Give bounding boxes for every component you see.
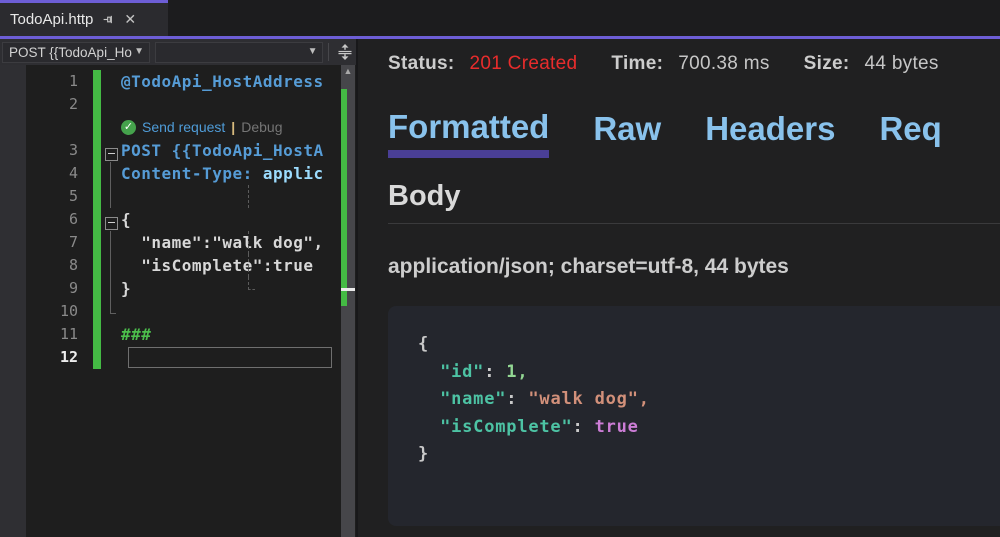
line-number: 6	[0, 208, 78, 231]
editor-line[interactable]: 10	[0, 300, 356, 323]
line-number: 9	[0, 277, 78, 300]
change-bar	[93, 208, 101, 231]
pin-icon[interactable]	[102, 13, 115, 26]
editor-line[interactable]: 1@TodoApi_HostAddress	[0, 70, 356, 93]
debug-link[interactable]: Debug	[241, 116, 282, 139]
editor-line[interactable]: 5	[0, 185, 356, 208]
collapse-icon[interactable]	[105, 148, 118, 161]
indent-guide	[248, 231, 249, 254]
body-heading: Body	[388, 180, 1000, 213]
line-number: 2	[0, 93, 78, 116]
section-divider	[388, 223, 1000, 224]
editor-line[interactable]: 11###	[0, 323, 356, 346]
editor-line[interactable]: 9}	[0, 277, 356, 300]
close-icon[interactable]: ✕	[124, 11, 136, 28]
change-bar	[93, 346, 101, 369]
json-line: {	[418, 331, 1000, 359]
chevron-down-icon: ▼	[134, 47, 149, 57]
time-label: Time:	[611, 53, 663, 75]
response-tab-req[interactable]: Req	[879, 110, 941, 158]
change-bar	[93, 116, 101, 139]
codelens-row[interactable]: ✓Send request|Debug	[0, 116, 356, 139]
document-tab-strip: TodoApi.http ✕	[0, 0, 1000, 36]
editor-scrollbar[interactable]: ▲	[341, 65, 355, 537]
size-label: Size:	[804, 53, 850, 75]
line-number: 4	[0, 162, 78, 185]
editor-rows: 1@TodoApi_HostAddress2✓Send request|Debu…	[0, 65, 356, 369]
change-bar	[93, 323, 101, 346]
line-number: 5	[0, 185, 78, 208]
change-bar	[93, 277, 101, 300]
json-line: }	[418, 441, 1000, 469]
response-tab-formatted[interactable]: Formatted	[388, 108, 549, 158]
editor-line[interactable]: 4Content-Type: applic	[0, 162, 356, 185]
json-line: "isComplete": true	[418, 414, 1000, 442]
editor-line[interactable]: 3POST {{TodoApi_HostA	[0, 139, 356, 162]
response-status-bar: Status: 201 Created Time: 700.38 ms Size…	[388, 53, 1000, 75]
scrollbar-change-marks	[341, 89, 347, 306]
environment-dropdown[interactable]: ▼	[155, 42, 323, 63]
response-tab-raw[interactable]: Raw	[593, 110, 661, 158]
tab-todoapi-http[interactable]: TodoApi.http ✕	[0, 0, 168, 36]
split-editor-icon[interactable]	[334, 41, 356, 63]
change-bar	[93, 162, 101, 185]
editor-line[interactable]: 2	[0, 93, 356, 116]
editor-line[interactable]: 8 "isComplete":true	[0, 254, 356, 277]
editor-line[interactable]: 7 "name":"walk dog",	[0, 231, 356, 254]
response-json-block: { "id": 1, "name": "walk dog", "isComple…	[388, 306, 1000, 526]
change-bar	[93, 93, 101, 116]
content-type-line: application/json; charset=utf-8, 44 byte…	[388, 255, 1000, 279]
toolbar-separator	[328, 43, 329, 61]
send-request-link[interactable]: Send request	[142, 116, 225, 139]
response-tab-headers[interactable]: Headers	[705, 110, 835, 158]
scrollbar-caret-mark	[341, 288, 355, 291]
line-number: 3	[0, 139, 78, 162]
editor-toolbar: POST {{TodoApi_Ho ▼ ▼	[0, 39, 356, 65]
tab-title: TodoApi.http	[10, 11, 93, 28]
line-number: 8	[0, 254, 78, 277]
json-line: "id": 1,	[418, 359, 1000, 387]
time-value: 700.38 ms	[678, 53, 769, 75]
change-bar	[93, 254, 101, 277]
code-editor[interactable]: 1@TodoApi_HostAddress2✓Send request|Debu…	[0, 65, 356, 537]
status-value: 201 Created	[470, 53, 578, 75]
line-number: 1	[0, 70, 78, 93]
chevron-down-icon: ▼	[308, 47, 323, 57]
change-bar	[93, 231, 101, 254]
indent-guide	[248, 277, 255, 290]
response-pane: Status: 201 Created Time: 700.38 ms Size…	[356, 39, 1000, 537]
change-bar	[93, 300, 101, 323]
send-check-icon: ✓	[121, 120, 136, 135]
vs-window: TodoApi.http ✕ POST {{TodoApi_Ho ▼ ▼	[0, 0, 1000, 537]
caret-line-box	[128, 347, 332, 368]
status-label: Status:	[388, 53, 455, 75]
line-number: 10	[0, 300, 78, 323]
json-line: "name": "walk dog",	[418, 386, 1000, 414]
line-number: 7	[0, 231, 78, 254]
scroll-up-arrow-icon[interactable]: ▲	[341, 67, 355, 76]
collapse-icon[interactable]	[105, 217, 118, 230]
change-bar	[93, 139, 101, 162]
indent-guide	[248, 185, 249, 208]
indent-guide	[248, 254, 249, 277]
response-tabs: Formatted Raw Headers Req	[388, 108, 1000, 158]
editor-line[interactable]: 6{	[0, 208, 356, 231]
change-bar	[93, 185, 101, 208]
size-value: 44 bytes	[865, 53, 939, 75]
http-editor-group: POST {{TodoApi_Ho ▼ ▼	[0, 39, 356, 537]
change-bar	[93, 70, 101, 93]
editor-line[interactable]: 12	[0, 346, 356, 369]
line-number: 12	[0, 346, 78, 369]
request-dropdown[interactable]: POST {{TodoApi_Ho ▼	[2, 42, 150, 63]
line-number: 11	[0, 323, 78, 346]
